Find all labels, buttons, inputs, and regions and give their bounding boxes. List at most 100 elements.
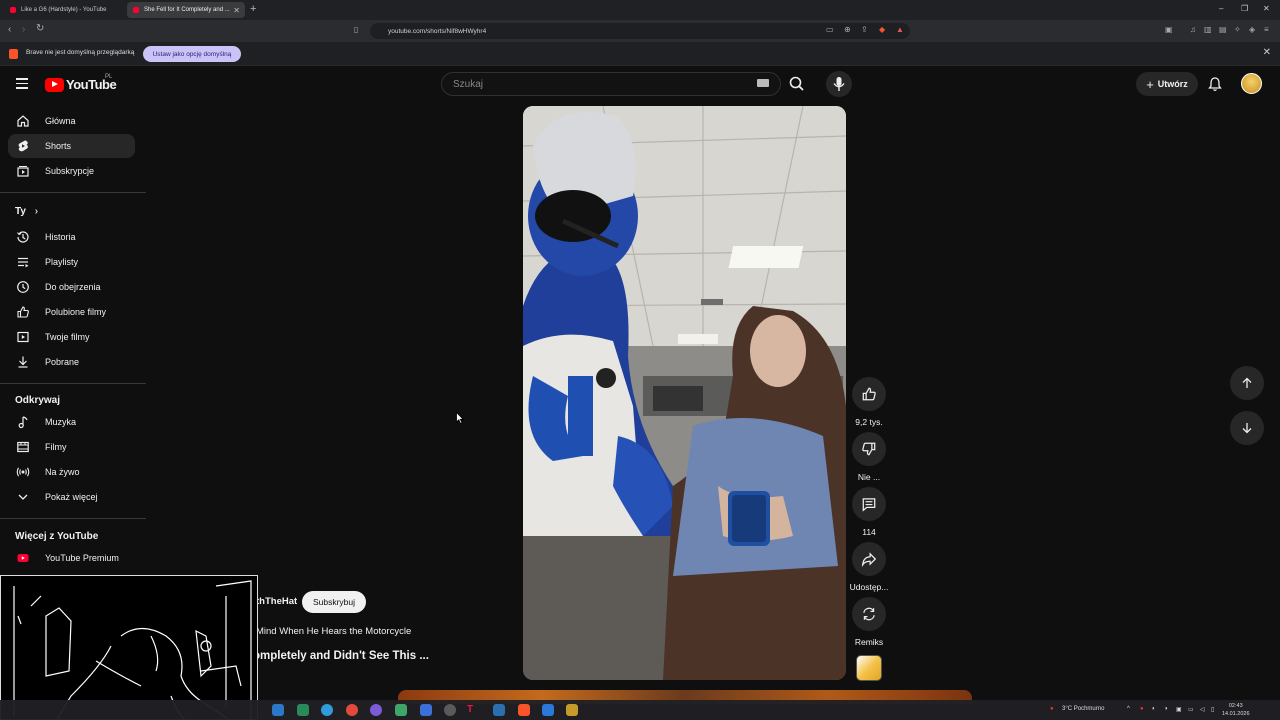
brave-rewards-icon[interactable]: ▲ (896, 25, 904, 34)
discord-icon[interactable] (370, 704, 382, 716)
back-icon[interactable]: ‹ (8, 24, 11, 35)
sidebar-item-youtube-premium[interactable]: YouTube Premium (8, 546, 135, 570)
vpn-icon[interactable]: ◈ (1249, 25, 1255, 34)
media-icon[interactable]: ♫ (1190, 25, 1196, 34)
sidebar-item-watch-later[interactable]: Do obejrzenia (8, 275, 135, 299)
chrome-icon[interactable] (346, 704, 358, 716)
sound-thumbnail[interactable] (856, 655, 882, 681)
sidebar-item-label: Filmy (45, 442, 67, 452)
keyboard-icon[interactable] (757, 79, 769, 87)
edge-icon[interactable] (321, 704, 333, 716)
tray-app-icon[interactable]: ● (1140, 706, 1144, 712)
new-tab-icon[interactable]: + (250, 3, 256, 15)
close-window-icon[interactable]: ✕ (1263, 4, 1270, 13)
app-icon[interactable] (297, 704, 309, 716)
volume-icon[interactable]: ◁ (1200, 706, 1205, 713)
app-icon[interactable] (566, 704, 578, 716)
sidebar-item-liked-videos[interactable]: Polubione filmy (8, 300, 135, 324)
browser-tab-active[interactable]: She Fell for It Completely and ... ✕ (127, 2, 245, 18)
playlist-icon (16, 255, 30, 269)
weather-text[interactable]: 3°C Pochmurno (1062, 706, 1104, 712)
sidebar-you-heading[interactable]: Ty › (15, 206, 38, 217)
sidebar-item-label: YouTube Premium (45, 553, 119, 563)
extensions-icon[interactable]: ▣ (1165, 25, 1173, 34)
remix-action[interactable]: Remiks (849, 597, 889, 647)
sidebar-item-home[interactable]: Główna (8, 109, 135, 133)
app-icon[interactable] (395, 704, 407, 716)
sidebar-item-shorts[interactable]: Shorts (8, 134, 135, 158)
close-tab-icon[interactable]: ✕ (233, 6, 240, 15)
comments-button[interactable] (852, 487, 886, 521)
short-description[interactable]: Mind When He Hears the Motorcycle (256, 626, 411, 637)
youtube-logo[interactable]: YouTube PL (45, 74, 117, 92)
arrow-up-icon (1242, 377, 1252, 388)
microphone-icon (833, 77, 845, 91)
subscribe-button[interactable]: Subskrybuj (302, 591, 366, 613)
tray-app-icon[interactable]: ▣ (1176, 706, 1182, 713)
clock-date: 14.01.2026 (1222, 711, 1250, 717)
obs-icon[interactable] (444, 704, 456, 716)
sidebar-item-movies[interactable]: Filmy (8, 435, 135, 459)
system-clock[interactable]: 02:43 14.01.2026 (1222, 702, 1250, 718)
remix-button[interactable] (852, 597, 886, 631)
set-default-button[interactable]: Ustaw jako opcję domyślną (143, 46, 241, 62)
leo-icon[interactable]: ✧ (1234, 25, 1241, 34)
like-button[interactable] (852, 377, 886, 411)
search-input[interactable]: Szukaj (441, 72, 781, 96)
bookmark-icon[interactable]: ▯ (354, 25, 358, 34)
guide-menu-icon[interactable] (16, 78, 28, 92)
app-icon[interactable] (493, 704, 505, 716)
tab-title: Like a G6 (Hardstyle) - YouTube (21, 7, 107, 13)
sidebar-toggle-icon[interactable]: ▥ (1204, 25, 1212, 34)
menu-icon[interactable]: ≡ (1264, 25, 1269, 34)
wallet-icon[interactable]: ▤ (1219, 25, 1227, 34)
browser-tab[interactable]: Like a G6 (Hardstyle) - YouTube (4, 2, 122, 18)
start-grid-icon[interactable] (542, 704, 554, 716)
sidebar-item-label: Muzyka (45, 417, 77, 427)
sidebar-item-live[interactable]: Na żywo (8, 460, 135, 484)
cast-icon[interactable]: ▭ (826, 25, 834, 34)
like-action[interactable]: 9,2 tys. (849, 377, 889, 427)
notifications-button[interactable] (1207, 76, 1223, 97)
network-icon[interactable]: ▭ (1188, 706, 1194, 713)
comments-action[interactable]: 114 (849, 487, 889, 537)
sidebar-item-music[interactable]: Muzyka (8, 410, 135, 434)
webcam-overlay (0, 575, 258, 720)
app-icon[interactable] (420, 704, 432, 716)
steam-icon[interactable] (272, 704, 284, 716)
dislike-action[interactable]: Nie ... (849, 432, 889, 482)
voice-search-button[interactable] (826, 71, 852, 97)
video-icon (16, 330, 30, 344)
tray-chevron-icon[interactable]: ^ (1127, 706, 1130, 712)
sidebar-item-your-videos[interactable]: Twoje filmy (8, 325, 135, 349)
share-button[interactable] (852, 542, 886, 576)
restore-icon[interactable]: ❐ (1241, 4, 1248, 13)
previous-short-button[interactable] (1230, 366, 1264, 400)
search-button[interactable] (785, 72, 809, 96)
forward-icon[interactable]: › (22, 24, 25, 35)
account-avatar[interactable] (1241, 73, 1262, 94)
reload-icon[interactable]: ↻ (36, 23, 44, 34)
zoom-icon[interactable]: ⊕ (844, 25, 851, 34)
app-t-icon[interactable]: T (467, 704, 479, 716)
sidebar-item-playlists[interactable]: Playlisty (8, 250, 135, 274)
share-icon[interactable]: ⇪ (861, 25, 868, 34)
shorts-video-player[interactable] (523, 106, 846, 680)
tray-app-icon[interactable]: ◐ (1152, 706, 1156, 712)
minimize-icon[interactable]: – (1219, 4, 1223, 13)
sidebar-item-show-more[interactable]: Pokaż więcej (8, 485, 135, 509)
channel-name[interactable]: thTheHat (256, 596, 297, 607)
battery-icon[interactable]: ▯ (1211, 706, 1214, 713)
share-action[interactable]: Udostęp... (849, 542, 889, 592)
close-infobar-icon[interactable]: ✕ (1263, 47, 1271, 58)
short-title[interactable]: ompletely and Didn't See This ... (253, 650, 429, 662)
brave-icon[interactable] (518, 704, 530, 716)
tray-app-icon[interactable]: ◑ (1164, 706, 1168, 712)
next-short-button[interactable] (1230, 411, 1264, 445)
sidebar-item-downloads[interactable]: Pobrane (8, 350, 135, 374)
brave-shields-icon[interactable]: ◆ (879, 25, 885, 34)
sidebar-item-history[interactable]: Historia (8, 225, 135, 249)
create-button[interactable]: + Utwórz (1136, 72, 1198, 96)
sidebar-item-subscriptions[interactable]: Subskrypcje (8, 159, 135, 183)
dislike-button[interactable] (852, 432, 886, 466)
